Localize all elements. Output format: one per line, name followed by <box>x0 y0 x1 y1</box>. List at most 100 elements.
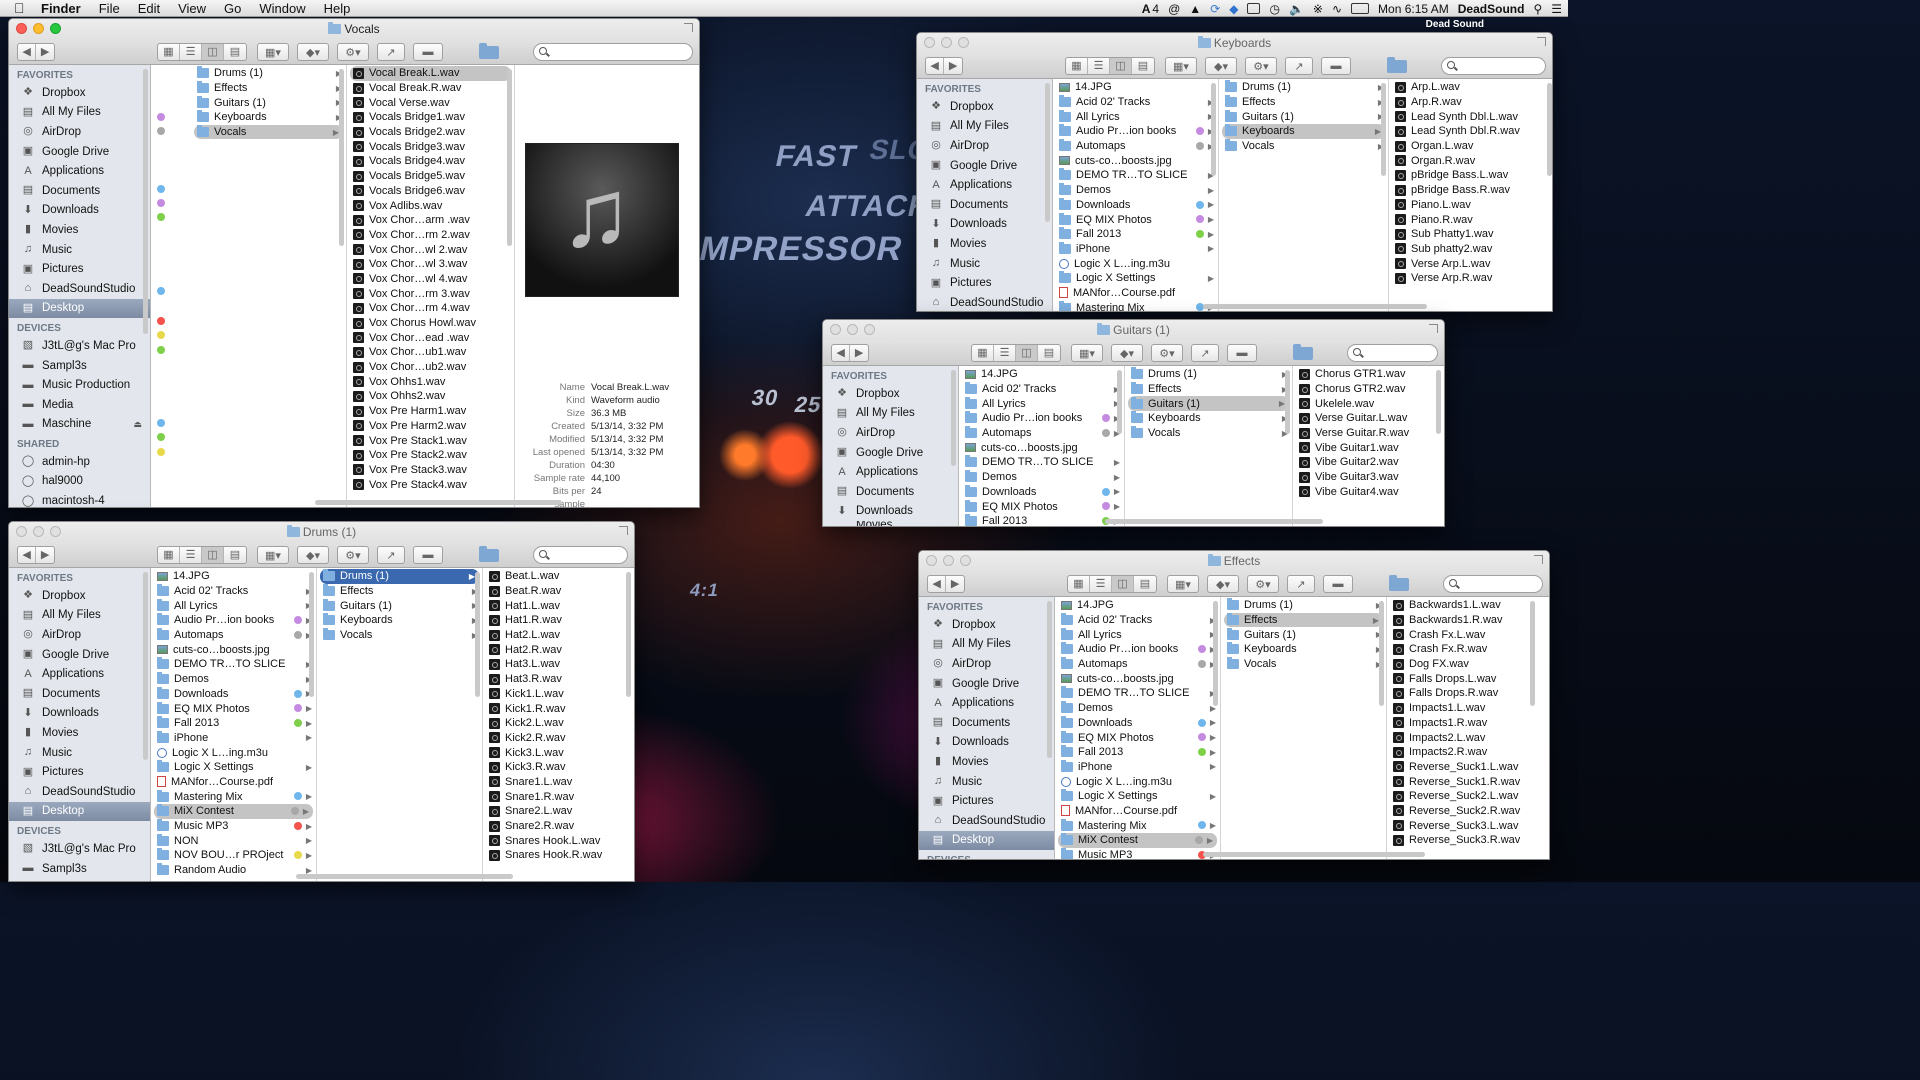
folder-item[interactable]: Guitars (1)▶ <box>1221 627 1386 642</box>
sidebar-item-google-drive[interactable]: ▣ Google Drive <box>9 142 150 162</box>
at-icon[interactable]: @ <box>1168 2 1180 16</box>
back-forward-button[interactable]: ◀ ▶ <box>927 575 965 593</box>
sidebar-item-documents[interactable]: ▤ Documents <box>9 181 150 201</box>
file-item[interactable]: Reverse_Suck3.L.wav <box>1387 818 1537 833</box>
sidebar-item-airdrop[interactable]: ◎ AirDrop <box>9 625 150 645</box>
title-bar[interactable]: Guitars (1) <box>823 320 1444 340</box>
dropbox-button[interactable]: ◆▾ <box>297 546 329 564</box>
horizontal-scrollbar[interactable] <box>1104 519 1323 524</box>
sidebar-item-google-drive[interactable]: ▣ Google Drive <box>9 645 150 665</box>
horizontal-scrollbar[interactable] <box>315 500 562 505</box>
file-item[interactable]: Kick3.L.wav <box>483 745 633 760</box>
folder-item[interactable]: Guitars (1)▶ <box>191 95 346 110</box>
folder-item[interactable]: Guitars (1)▶ <box>1219 109 1388 124</box>
sidebar-scrollbar[interactable] <box>951 370 956 466</box>
back-forward-button[interactable]: ◀ ▶ <box>17 546 55 564</box>
title-bar[interactable]: Keyboards <box>917 33 1552 53</box>
icon-view-icon[interactable]: ▦ <box>158 547 180 563</box>
sidebar-item-pictures[interactable]: ▣ Pictures <box>9 762 150 782</box>
folder-icon[interactable] <box>479 42 499 59</box>
column-scrollbar[interactable] <box>309 572 314 698</box>
sidebar-item-downloads[interactable]: ⬇ Downloads <box>919 733 1054 753</box>
folder-item[interactable]: iPhone ▶ <box>1053 241 1218 257</box>
file-item[interactable]: Hat3.R.wav <box>483 672 633 687</box>
folder-item[interactable]: Acid 02' Tracks▶ <box>151 584 316 599</box>
folder-item[interactable]: Mastering Mix ▶ <box>151 789 316 804</box>
sidebar-item-airdrop[interactable]: ◎ AirDrop <box>919 654 1054 674</box>
sidebar-scrollbar[interactable] <box>143 572 148 760</box>
folder-item[interactable]: All Lyrics▶ <box>1055 627 1220 642</box>
sidebar-item-pictures[interactable]: ▣ Pictures <box>917 273 1052 293</box>
column-view-icon[interactable]: ◫ <box>1112 576 1134 592</box>
arrange-button[interactable]: ▦▾ <box>1071 344 1103 362</box>
folder-item[interactable]: Automaps▶ <box>1055 657 1220 672</box>
icon-view-icon[interactable]: ▦ <box>1066 58 1088 74</box>
folder-item[interactable]: NON ▶ <box>151 833 316 848</box>
menu-file[interactable]: File <box>90 1 129 16</box>
file-item[interactable]: Verse Guitar.R.wav <box>1293 426 1443 441</box>
file-item[interactable]: Vibe Guitar1.wav <box>1293 440 1443 455</box>
menu-app-finder[interactable]: Finder <box>32 1 90 16</box>
column-scrollbar[interactable] <box>1379 601 1384 706</box>
folder-item[interactable]: cuts-co…boosts.jpg <box>151 642 316 657</box>
sidebar-item-sampl3s[interactable]: ▬ Sampl3s <box>9 356 150 376</box>
folder-item[interactable]: Logic X Settings ▶ <box>1053 271 1218 286</box>
sidebar-scrollbar[interactable] <box>1045 83 1050 223</box>
folder-item[interactable]: All Lyrics▶ <box>151 598 316 613</box>
file-item[interactable]: Vox Pre Stack4.wav <box>347 477 514 492</box>
sidebar-item-movies[interactable]: ▮ Movies <box>917 234 1052 254</box>
folder-item[interactable]: EQ MIX Photos ▶ <box>151 701 316 716</box>
sidebar-item-documents[interactable]: ▤ Documents <box>9 684 150 704</box>
folder-item[interactable]: Vocals▶ <box>1125 426 1292 441</box>
title-bar[interactable]: Drums (1) <box>9 522 634 542</box>
wifi-icon[interactable]: ∿ <box>1332 2 1342 16</box>
arrange-button[interactable]: ▦▾ <box>257 546 289 564</box>
file-item[interactable]: Verse Arp.R.wav <box>1389 271 1552 286</box>
folder-item[interactable]: EQ MIX Photos ▶ <box>1055 730 1220 745</box>
sidebar-item-hal9000[interactable]: ◯ hal9000 <box>9 472 150 492</box>
folder-item[interactable]: All Lyrics▶ <box>959 396 1124 411</box>
file-item[interactable]: Vox Chor…rm 3.wav <box>347 286 514 301</box>
sidebar-item-all-my-files[interactable]: ▤ All My Files <box>823 404 958 424</box>
file-item[interactable]: Arp.R.wav <box>1389 95 1552 110</box>
file-item[interactable]: Vox Chor…ead .wav <box>347 330 514 345</box>
sidebar-item-macintosh-4[interactable]: ◯ macintosh-4 <box>9 491 150 507</box>
folder-item[interactable]: Logic X L…ing.m3u <box>151 745 316 760</box>
folder-item[interactable]: Audio Pr…ion books▶ <box>1055 642 1220 657</box>
column-view-icon[interactable]: ◫ <box>1016 345 1038 361</box>
file-item[interactable]: Snare2.R.wav <box>483 819 633 834</box>
column-view-icon[interactable]: ◫ <box>202 44 224 60</box>
sidebar-item-applications[interactable]: A Applications <box>823 462 958 482</box>
folder-item[interactable]: EQ MIX Photos ▶ <box>959 499 1124 514</box>
file-item[interactable]: Vocal Break.L.wav <box>350 66 511 81</box>
file-item[interactable]: Organ.R.wav <box>1389 153 1552 168</box>
folder-item[interactable]: Drums (1)▶ <box>1125 367 1292 382</box>
dropbox-button[interactable]: ◆▾ <box>1205 57 1237 75</box>
column-scrollbar[interactable] <box>1436 370 1441 434</box>
file-item[interactable]: Hat1.R.wav <box>483 613 633 628</box>
icon-view-icon[interactable]: ▦ <box>972 345 994 361</box>
fullscreen-icon[interactable] <box>1429 324 1438 333</box>
tags-button[interactable]: ▬ <box>413 43 443 61</box>
sidebar-item-j3tl-g-s-mac-pro[interactable]: ▧ J3tL@g's Mac Pro <box>9 839 150 859</box>
file-item[interactable]: Kick1.R.wav <box>483 701 633 716</box>
column-scrollbar[interactable] <box>475 572 480 698</box>
sidebar-item-google-drive[interactable]: ▣ Google Drive <box>919 674 1054 694</box>
folder-item[interactable]: Automaps▶ <box>1053 139 1218 154</box>
file-item[interactable]: Verse Arp.L.wav <box>1389 256 1552 271</box>
battery-icon[interactable] <box>1351 3 1370 14</box>
file-item[interactable]: Backwards1.R.wav <box>1387 613 1537 628</box>
folder-item[interactable]: Guitars (1)▶ <box>1128 396 1289 412</box>
file-item[interactable]: Falls Drops.R.wav <box>1387 686 1537 701</box>
share-button[interactable]: ↗ <box>377 546 405 564</box>
bluetooth-icon[interactable]: ※ <box>1313 2 1323 16</box>
file-item[interactable]: Vocals Bridge6.wav <box>347 184 514 199</box>
file-item[interactable]: Snare2.L.wav <box>483 804 633 819</box>
folder-item[interactable]: 14.JPG <box>1055 598 1220 613</box>
menu-view[interactable]: View <box>169 1 215 16</box>
folder-item[interactable]: Fall 2013 ▶ <box>151 716 316 731</box>
back-forward-button[interactable]: ◀ ▶ <box>925 57 963 75</box>
file-item[interactable]: Vox Pre Harm1.wav <box>347 404 514 419</box>
sidebar-item-movies[interactable]: ▮ Movies <box>9 220 150 240</box>
file-item[interactable]: Vibe Guitar4.wav <box>1293 485 1443 500</box>
